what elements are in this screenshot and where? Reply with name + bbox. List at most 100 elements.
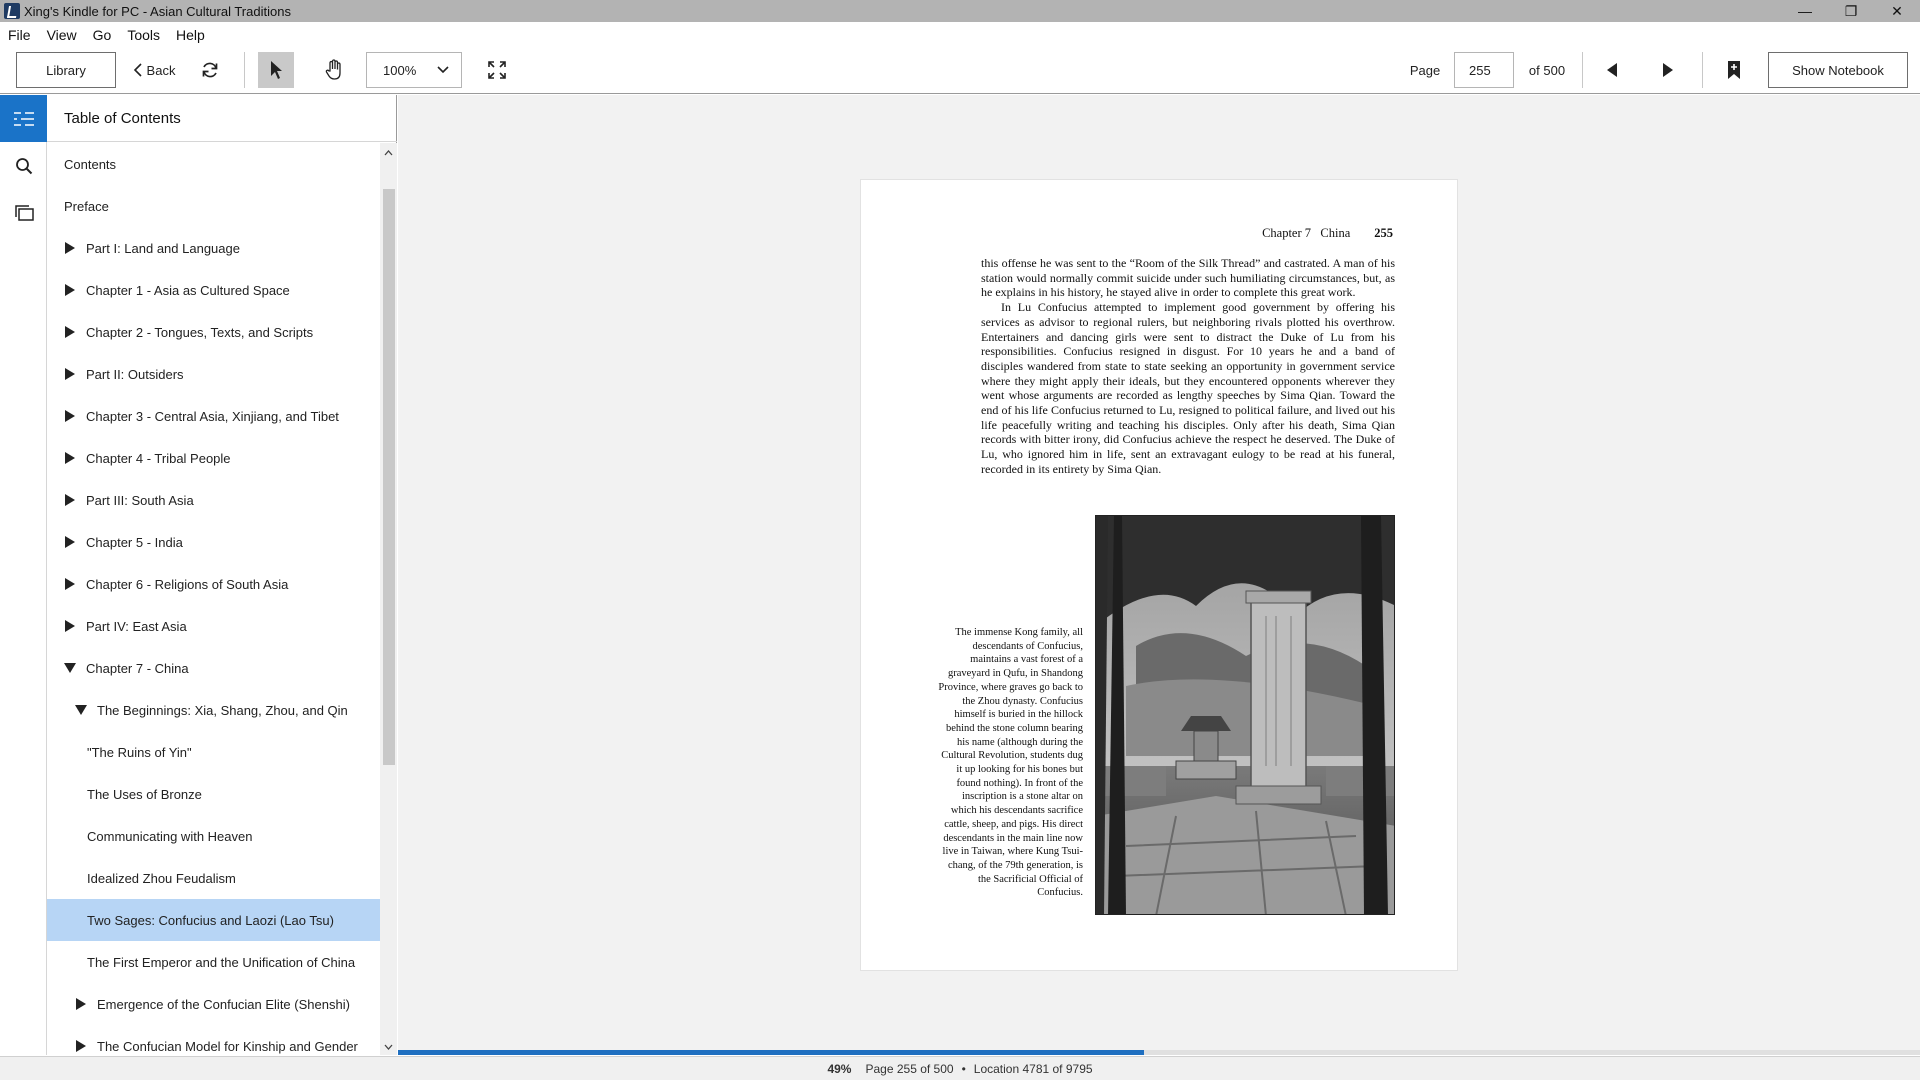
toc-item[interactable]: Communicating with Heaven	[47, 815, 380, 857]
toc-item[interactable]: The Beginnings: Xia, Shang, Zhou, and Qi…	[47, 689, 380, 731]
menu-help[interactable]: Help	[176, 27, 205, 43]
toc-item[interactable]: Part I: Land and Language	[47, 227, 380, 269]
triangle-right-icon[interactable]	[64, 452, 76, 464]
menu-view[interactable]: View	[47, 27, 77, 43]
toc-item-label: Chapter 7 - China	[86, 660, 189, 676]
toc-item[interactable]: Chapter 5 - India	[47, 521, 380, 563]
triangle-right-icon[interactable]	[64, 536, 76, 548]
flashcards-icon	[14, 204, 34, 221]
toc-rail-button[interactable]	[0, 95, 47, 142]
library-button[interactable]: Library	[16, 52, 116, 88]
toc-scroll-thumb[interactable]	[383, 189, 395, 765]
scroll-down-button[interactable]	[380, 1039, 397, 1055]
toc-item[interactable]: Chapter 7 - China	[47, 647, 380, 689]
triangle-right-icon[interactable]	[75, 998, 87, 1010]
cursor-arrow-icon	[271, 61, 282, 79]
bookmark-button[interactable]	[1718, 52, 1750, 88]
next-page-button[interactable]	[1652, 52, 1684, 88]
paragraph: this offense he was sent to the “Room of…	[981, 256, 1395, 300]
body-text[interactable]: this offense he was sent to the “Room of…	[981, 256, 1395, 477]
triangle-right-icon[interactable]	[64, 578, 76, 590]
toc-item[interactable]: The Uses of Bronze	[47, 773, 380, 815]
toc-item[interactable]: Part III: South Asia	[47, 479, 380, 521]
toc-panel: Table of Contents Contents Preface Part I:…	[47, 95, 397, 1055]
toc-item-label: Chapter 4 - Tribal People	[86, 450, 231, 466]
zoom-select[interactable]: 100%	[366, 52, 462, 88]
menu-go[interactable]: Go	[93, 27, 112, 43]
back-button[interactable]: Back	[130, 52, 178, 88]
toc-item-label: Chapter 5 - India	[86, 534, 183, 550]
toolbar-divider	[244, 52, 245, 88]
pan-tool-button[interactable]	[316, 52, 352, 88]
triangle-right-icon[interactable]	[64, 410, 76, 422]
triangle-right-icon[interactable]	[64, 494, 76, 506]
location-info: Location 4781 of 9795	[973, 1061, 1093, 1076]
toc-item[interactable]: Chapter 4 - Tribal People	[47, 437, 380, 479]
window-controls: — ❐ ✕	[1782, 0, 1920, 22]
triangle-right-icon	[1663, 63, 1673, 77]
title-bar: Xing's Kindle for PC - Asian Cultural Tr…	[0, 0, 1920, 22]
toc-item[interactable]: The Confucian Model for Kinship and Gend…	[47, 1025, 380, 1055]
toc-item-label: The Beginnings: Xia, Shang, Zhou, and Qi…	[97, 702, 348, 718]
status-separator: •	[961, 1061, 966, 1076]
toc-item[interactable]: Chapter 6 - Religions of South Asia	[47, 563, 380, 605]
previous-page-button[interactable]	[1596, 52, 1628, 88]
toc-item-label: Part III: South Asia	[86, 492, 194, 508]
triangle-right-icon[interactable]	[64, 620, 76, 632]
flashcards-rail-button[interactable]	[0, 189, 47, 236]
select-tool-button[interactable]	[258, 52, 294, 88]
toc-item[interactable]: Two Sages: Confucius and Laozi (Lao Tsu)	[47, 899, 380, 941]
bookmark-add-icon	[1728, 61, 1740, 79]
scroll-up-button[interactable]	[380, 145, 397, 161]
toc-item[interactable]: Part II: Outsiders	[47, 353, 380, 395]
toc-item-label: Preface	[64, 198, 109, 214]
reading-progress-bar[interactable]	[398, 1050, 1920, 1055]
progress-percent: 49%	[827, 1061, 852, 1076]
toc-item[interactable]: Part IV: East Asia	[47, 605, 380, 647]
toc-title: Table of Contents	[47, 95, 397, 142]
reading-progress-fill	[398, 1050, 1144, 1055]
triangle-right-icon[interactable]	[64, 326, 76, 338]
toc-item-label: Communicating with Heaven	[87, 828, 253, 844]
sync-button[interactable]	[196, 52, 224, 88]
toc-item[interactable]: Contents	[47, 143, 380, 185]
toc-item-label: Chapter 1 - Asia as Cultured Space	[86, 282, 290, 298]
toc-item[interactable]: Chapter 1 - Asia as Cultured Space	[47, 269, 380, 311]
show-notebook-button[interactable]: Show Notebook	[1768, 52, 1908, 88]
toc-item-label: "The Ruins of Yin"	[87, 744, 192, 760]
close-button[interactable]: ✕	[1874, 0, 1920, 22]
page-total: of 500	[1528, 62, 1566, 78]
toc-item-label: The Confucian Model for Kinship and Gend…	[97, 1038, 358, 1054]
toc-item[interactable]: The First Emperor and the Unification of…	[47, 941, 380, 983]
toolbar-divider	[1582, 52, 1583, 88]
triangle-right-icon[interactable]	[64, 284, 76, 296]
search-rail-button[interactable]	[0, 142, 47, 189]
toc-item[interactable]: "The Ruins of Yin"	[47, 731, 380, 773]
menu-file[interactable]: File	[8, 27, 31, 43]
page-number-input[interactable]: 255	[1454, 52, 1514, 88]
window-title: Xing's Kindle for PC - Asian Cultural Tr…	[24, 3, 291, 19]
toc-item-label: Part II: Outsiders	[86, 366, 184, 382]
photo-illustration	[1096, 516, 1394, 914]
book-page[interactable]: Chapter 7 China 255 this offense he was s…	[860, 179, 1458, 971]
triangle-down-icon[interactable]	[75, 704, 87, 716]
page-label: Page	[1409, 62, 1441, 78]
toc-list: Contents Preface Part I: Land and Language…	[47, 143, 380, 1055]
toc-item[interactable]: Idealized Zhou Feudalism	[47, 857, 380, 899]
toc-item-label: Chapter 3 - Central Asia, Xinjiang, and …	[86, 408, 339, 424]
triangle-down-icon[interactable]	[64, 662, 76, 674]
menu-tools[interactable]: Tools	[127, 27, 160, 43]
toc-item[interactable]: Chapter 3 - Central Asia, Xinjiang, and …	[47, 395, 380, 437]
fullscreen-button[interactable]	[482, 52, 512, 88]
triangle-right-icon[interactable]	[75, 1040, 87, 1052]
triangle-right-icon[interactable]	[64, 242, 76, 254]
toc-item[interactable]: Chapter 2 - Tongues, Texts, and Scripts	[47, 311, 380, 353]
triangle-right-icon[interactable]	[64, 368, 76, 380]
toc-item[interactable]: Preface	[47, 185, 380, 227]
figure-caption[interactable]: The immense Kong family, all descendants…	[937, 626, 1083, 900]
toc-item-label: Chapter 6 - Religions of South Asia	[86, 576, 289, 592]
minimize-button[interactable]: —	[1782, 0, 1828, 22]
restore-button[interactable]: ❐	[1828, 0, 1874, 22]
toc-item[interactable]: Emergence of the Confucian Elite (Shensh…	[47, 983, 380, 1025]
chevron-down-icon	[437, 66, 449, 74]
